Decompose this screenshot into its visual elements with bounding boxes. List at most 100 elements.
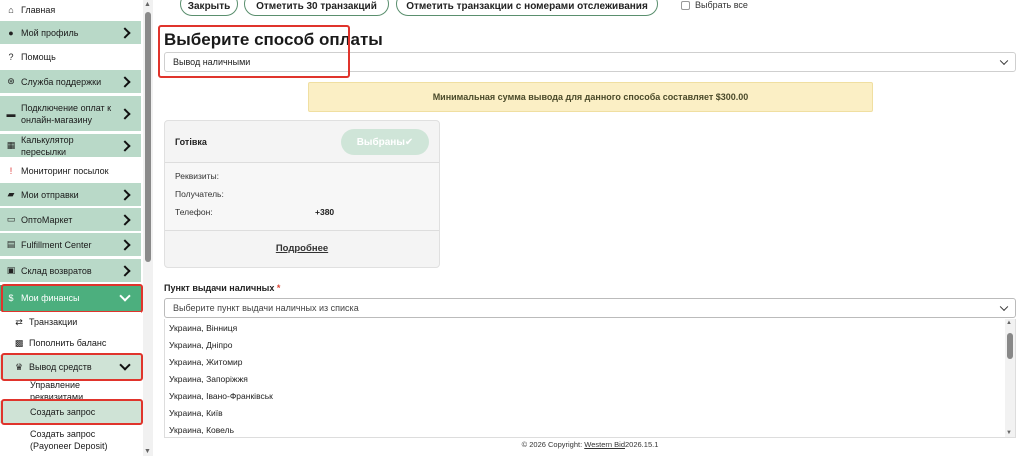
user-icon: ●	[8, 27, 14, 38]
chevron-right-icon	[119, 26, 131, 39]
chevron-right-icon	[119, 188, 131, 201]
list-item[interactable]: Украина, Дніпро	[165, 336, 1015, 353]
mark-30-button[interactable]: Отметить 30 транзакций	[244, 0, 389, 16]
pickup-label: Пункт выдачи наличных *	[164, 283, 280, 293]
sidebar-item-home[interactable]: ⌂ Главная	[0, 0, 141, 20]
calculator-icon: ▦	[6, 140, 16, 150]
sidebar-scrollbar[interactable]: ▲ ▼	[143, 0, 153, 456]
phone-value: +380	[315, 207, 335, 217]
sidebar-item-label: Помощь	[21, 52, 56, 62]
selected-button[interactable]: Выбраны✔	[341, 129, 429, 155]
sidebar-item-calculator[interactable]: ▦ Калькулятор пересылки	[0, 134, 141, 158]
payment-method-card: Готівка Выбраны✔ Реквизиты: Получатель: …	[164, 120, 440, 268]
sidebar-item-label: Склад возвратов	[21, 265, 92, 276]
dollar-icon: $	[8, 293, 14, 303]
list-item[interactable]: Украина, Івано-Франківськ	[165, 387, 1015, 404]
list-item[interactable]: Украина, Київ	[165, 404, 1015, 421]
copyright-text: © 2026 Copyright:	[521, 440, 583, 449]
select-all-checkbox[interactable]: Выбрать все	[681, 0, 748, 10]
chevron-right-icon	[119, 264, 131, 277]
sidebar-item-finances[interactable]: $ Мои финансы	[0, 285, 141, 311]
sidebar-item-support[interactable]: ⊛ Служба поддержки	[0, 70, 141, 94]
pickup-point-select[interactable]: Выберите пункт выдачи наличных из списка	[164, 298, 1016, 318]
mark-tracking-button[interactable]: Отметить транзакции с номерами отслежива…	[396, 0, 658, 16]
sidebar-item-topup[interactable]: ▩ Пополнить баланс	[0, 333, 141, 353]
sidebar-item-label: Подключение оплат к онлайн-магазину	[21, 102, 112, 125]
home-icon: ⌂	[8, 5, 14, 15]
list-item[interactable]: Украина, Вінниця	[165, 319, 1015, 336]
sidebar-item-label: Транзакции	[29, 317, 78, 327]
checkbox-icon[interactable]	[681, 0, 690, 10]
sidebar-item-label: Служба поддержки	[21, 76, 102, 87]
trophy-icon: ♛	[14, 361, 24, 372]
chevron-right-icon	[119, 107, 131, 120]
sidebar-item-optomarket[interactable]: ▭ ОптоМаркет	[0, 208, 141, 232]
chevron-right-icon	[119, 139, 131, 152]
version-text: 2026.15.1	[625, 440, 659, 449]
sidebar-item-label: Создать запрос	[30, 407, 96, 417]
sidebar-item-label: Создать запрос (Payoneer Deposit)	[30, 429, 108, 451]
main-content: Закрыть Отметить 30 транзакций Отметить …	[156, 0, 1024, 456]
store-icon: ▭	[6, 214, 16, 224]
chevron-down-icon	[119, 359, 131, 371]
chevron-down-icon	[119, 290, 131, 302]
sidebar-item-transactions[interactable]: ⇄ Транзакции	[0, 312, 141, 332]
scrollbar-thumb[interactable]	[1007, 333, 1013, 359]
transfer-icon: ⇄	[15, 316, 23, 327]
footer-link[interactable]: Western Bid	[584, 440, 625, 449]
list-item[interactable]: Украина, Ковель	[165, 421, 1015, 437]
pickup-options-list[interactable]: Украина, Вінниця Украина, Дніпро Украина…	[164, 319, 1016, 438]
sidebar-item-label: Управление реквизитами	[30, 380, 84, 402]
sidebar-item-help[interactable]: ? Помощь	[0, 46, 141, 68]
sidebar-item-fulfillment[interactable]: ▤ Fulfillment Center	[0, 233, 141, 257]
sidebar-item-shipments[interactable]: ▰ Мои отправки	[0, 183, 141, 207]
pickup-label-text: Пункт выдачи наличных	[164, 283, 275, 293]
warehouse-icon: ▤	[6, 239, 16, 249]
sidebar-item-label: Пополнить баланс	[29, 338, 107, 348]
sidebar-item-label: ОптоМаркет	[21, 214, 73, 225]
close-button[interactable]: Закрыть	[180, 0, 238, 16]
sidebar-item-payments-connect[interactable]: ▬ Подключение оплат к онлайн-магазину	[0, 96, 141, 132]
list-item[interactable]: Украина, Житомир	[165, 353, 1015, 370]
requisites-label: Реквизиты:	[175, 171, 220, 181]
sidebar-item-label: Мой профиль	[21, 27, 79, 38]
chevron-right-icon	[119, 238, 131, 251]
select-all-label: Выбрать все	[695, 0, 748, 10]
chevron-right-icon	[119, 213, 131, 226]
list-scrollbar[interactable]: ▲ ▼	[1005, 319, 1015, 437]
sidebar-item-label: Мониторинг посылок	[21, 166, 109, 176]
sidebar: ⌂ Главная ● Мой профиль ? Помощь ⊛ Служб…	[0, 0, 143, 456]
scroll-up-icon[interactable]: ▲	[144, 1, 151, 8]
box-icon: ▣	[6, 265, 16, 275]
min-amount-notice: Минимальная сумма вывода для данного спо…	[308, 82, 873, 112]
sidebar-item-returns[interactable]: ▣ Склад возвратов	[0, 259, 141, 283]
sidebar-item-withdraw[interactable]: ♛ Вывод средств	[0, 355, 141, 379]
card-title: Готівка	[175, 136, 207, 147]
sidebar-item-label: Калькулятор пересылки	[21, 134, 74, 157]
sidebar-item-create-request[interactable]: Создать запрос	[0, 401, 141, 423]
more-link[interactable]: Подробнее	[165, 243, 439, 254]
chevron-right-icon	[119, 75, 131, 88]
sidebar-item-label: Мои отправки	[21, 189, 79, 200]
sidebar-item-label: Fulfillment Center	[21, 239, 92, 250]
sidebar-item-label: Мои финансы	[21, 293, 80, 303]
payment-method-select[interactable]: Вывод наличными	[164, 52, 1016, 72]
recipients-label: Получатель:	[175, 189, 224, 199]
scroll-down-icon[interactable]: ▼	[1006, 430, 1012, 436]
scrollbar-thumb[interactable]	[145, 12, 151, 262]
list-item[interactable]: Украина, Запоріжжя	[165, 370, 1015, 387]
required-mark: *	[276, 283, 281, 293]
sidebar-item-profile[interactable]: ● Мой профиль	[0, 21, 141, 45]
sidebar-item-label: Вывод средств	[29, 362, 92, 372]
sidebar-item-monitoring[interactable]: ! Мониторинг посылок	[0, 160, 141, 182]
pickup-placeholder: Выберите пункт выдачи наличных из списка	[173, 303, 359, 313]
alert-icon: !	[9, 166, 13, 176]
question-icon: ?	[8, 52, 14, 62]
scroll-down-icon[interactable]: ▼	[144, 448, 151, 455]
sidebar-item-create-request-payoneer[interactable]: Создать запрос (Payoneer Deposit)	[0, 426, 141, 454]
footer: © 2026 Copyright: Western Bid2026.15.1	[156, 440, 1024, 449]
scroll-up-icon[interactable]: ▲	[1006, 320, 1012, 326]
cart-icon: ▬	[6, 108, 16, 119]
sidebar-item-label: Главная	[21, 5, 56, 15]
sidebar-item-requisites[interactable]: Управление реквизитами	[0, 380, 141, 402]
